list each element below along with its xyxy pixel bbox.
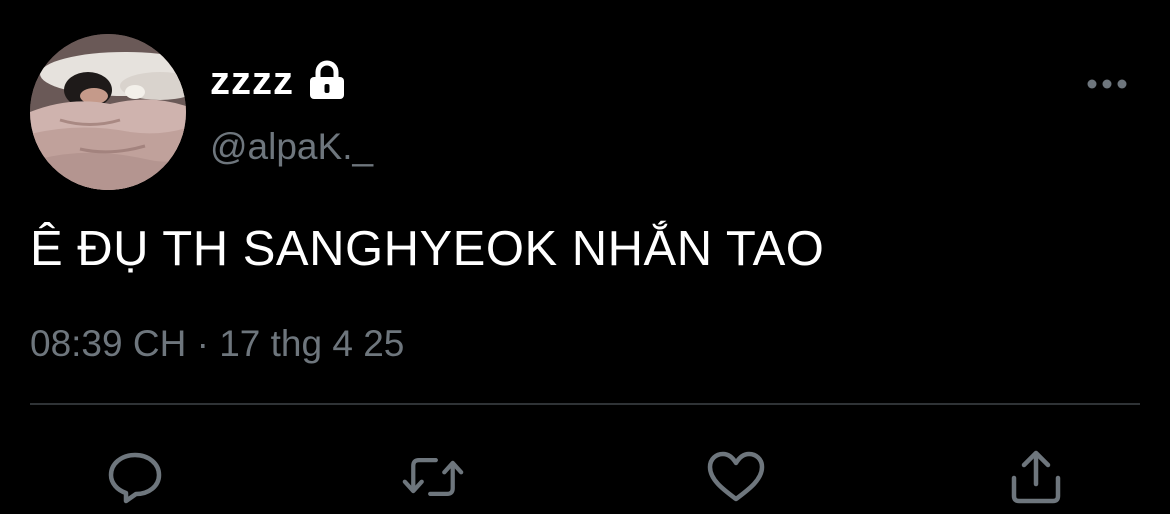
avatar[interactable]	[30, 34, 186, 190]
lock-icon	[306, 60, 348, 102]
more-icon	[1087, 79, 1127, 89]
share-icon	[1011, 450, 1061, 504]
display-name: zzzz	[210, 59, 294, 103]
share-button[interactable]	[1005, 446, 1067, 508]
user-handle[interactable]: @alpaK._	[210, 124, 373, 170]
reply-button[interactable]	[104, 446, 166, 508]
reply-icon	[108, 452, 162, 504]
tweet-timestamp[interactable]: 08:39 CH · 17 thg 4 25	[30, 320, 404, 368]
avatar-photo	[30, 34, 186, 190]
display-name-row[interactable]: zzzz	[210, 56, 348, 106]
retweet-icon	[402, 457, 464, 497]
more-button[interactable]	[1084, 70, 1130, 98]
tweet-text: Ê ĐỤ TH SANGHYEOK NHẮN TAO	[30, 222, 825, 276]
retweet-button[interactable]	[402, 446, 464, 508]
divider	[30, 403, 1140, 405]
like-button[interactable]	[705, 446, 767, 508]
heart-icon	[707, 451, 765, 502]
